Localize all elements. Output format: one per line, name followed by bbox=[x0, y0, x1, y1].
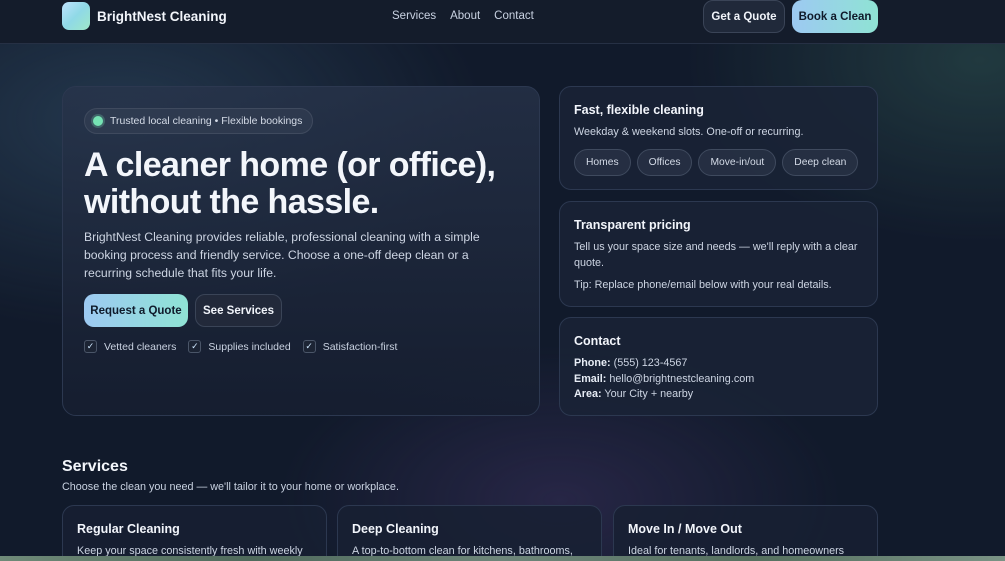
service-card-move[interactable]: Move In / Move Out Ideal for tenants, la… bbox=[613, 505, 878, 561]
tag-homes[interactable]: Homes bbox=[574, 149, 631, 176]
services-subtitle: Choose the clean you need — we'll tailor… bbox=[62, 481, 399, 493]
nav-link-services[interactable]: Services bbox=[392, 10, 436, 22]
feature-checklist: ✓ Vetted cleaners ✓ Supplies included ✓ … bbox=[84, 340, 397, 353]
check-icon: ✓ bbox=[302, 340, 316, 353]
email-value[interactable]: hello@brightnestcleaning.com bbox=[609, 373, 754, 385]
bottom-edge-strip bbox=[0, 556, 1005, 561]
brand-name[interactable]: BrightNest Cleaning bbox=[97, 9, 227, 24]
service-title: Deep Cleaning bbox=[352, 522, 439, 536]
book-clean-button[interactable]: Book a Clean bbox=[792, 0, 878, 33]
check-item-vetted: ✓ Vetted cleaners bbox=[84, 340, 176, 353]
card-text: Weekday & weekend slots. One-off or recu… bbox=[574, 126, 804, 138]
see-services-button[interactable]: See Services bbox=[195, 294, 282, 327]
check-icon: ✓ bbox=[188, 340, 202, 353]
services-heading: Services bbox=[62, 458, 128, 475]
nav-link-about[interactable]: About bbox=[450, 10, 480, 22]
phone-label: Phone: bbox=[574, 357, 611, 369]
trust-badge: Trusted local cleaning • Flexible bookin… bbox=[84, 108, 314, 134]
tag-move-in-out[interactable]: Move-in/out bbox=[698, 149, 777, 176]
contact-area: Area: Your City + nearby bbox=[574, 388, 693, 400]
card-text: Tell us your space size and needs — we'l… bbox=[574, 241, 858, 269]
check-item-satisfaction: ✓ Satisfaction-first bbox=[302, 340, 398, 353]
check-item-supplies: ✓ Supplies included bbox=[188, 340, 291, 353]
brand-logo-icon[interactable] bbox=[62, 2, 90, 30]
tag-offices[interactable]: Offices bbox=[636, 149, 693, 176]
check-label: Satisfaction-first bbox=[322, 340, 398, 353]
contact-card: Contact Phone: (555) 123-4567 Email: hel… bbox=[559, 317, 878, 416]
flexible-cleaning-card: Fast, flexible cleaning Weekday & weeken… bbox=[559, 86, 878, 190]
top-navbar: BrightNest Cleaning Services About Conta… bbox=[0, 0, 1005, 44]
contact-email: Email: hello@brightnestcleaning.com bbox=[574, 373, 754, 385]
service-title: Move In / Move Out bbox=[628, 522, 742, 536]
contact-phone: Phone: (555) 123-4567 bbox=[574, 357, 687, 369]
card-title: Fast, flexible cleaning bbox=[574, 103, 704, 117]
service-tags: Homes Offices Move-in/out Deep clean bbox=[574, 149, 859, 176]
hero-description: BrightNest Cleaning provides reliable, p… bbox=[84, 230, 480, 280]
check-icon: ✓ bbox=[84, 340, 97, 353]
service-card-regular[interactable]: Regular Cleaning Keep your space consist… bbox=[62, 505, 327, 561]
request-quote-button[interactable]: Request a Quote bbox=[84, 294, 188, 327]
area-label: Area: bbox=[574, 388, 602, 400]
trust-badge-text: Trusted local cleaning • Flexible bookin… bbox=[110, 115, 303, 127]
service-title: Regular Cleaning bbox=[77, 522, 180, 536]
check-label: Supplies included bbox=[208, 340, 291, 353]
nav-links: Services About Contact bbox=[392, 10, 534, 22]
nav-link-contact[interactable]: Contact bbox=[494, 10, 534, 22]
pricing-tip: Tip: Replace phone/email below with your… bbox=[574, 279, 832, 291]
phone-value[interactable]: (555) 123-4567 bbox=[614, 357, 688, 369]
status-dot-icon bbox=[93, 116, 103, 126]
pricing-card: Transparent pricing Tell us your space s… bbox=[559, 201, 878, 307]
card-title: Transparent pricing bbox=[574, 218, 691, 232]
hero-title: A cleaner home (or office), without the … bbox=[84, 146, 496, 221]
email-label: Email: bbox=[574, 373, 607, 385]
service-card-deep[interactable]: Deep Cleaning A top-to-bottom clean for … bbox=[337, 505, 602, 561]
check-label: Vetted cleaners bbox=[104, 340, 177, 353]
card-title: Contact bbox=[574, 334, 621, 348]
get-quote-button[interactable]: Get a Quote bbox=[703, 0, 785, 33]
tag-deep-clean[interactable]: Deep clean bbox=[782, 149, 859, 176]
area-value: Your City + nearby bbox=[604, 388, 694, 400]
hero-panel: Trusted local cleaning • Flexible bookin… bbox=[62, 86, 540, 416]
